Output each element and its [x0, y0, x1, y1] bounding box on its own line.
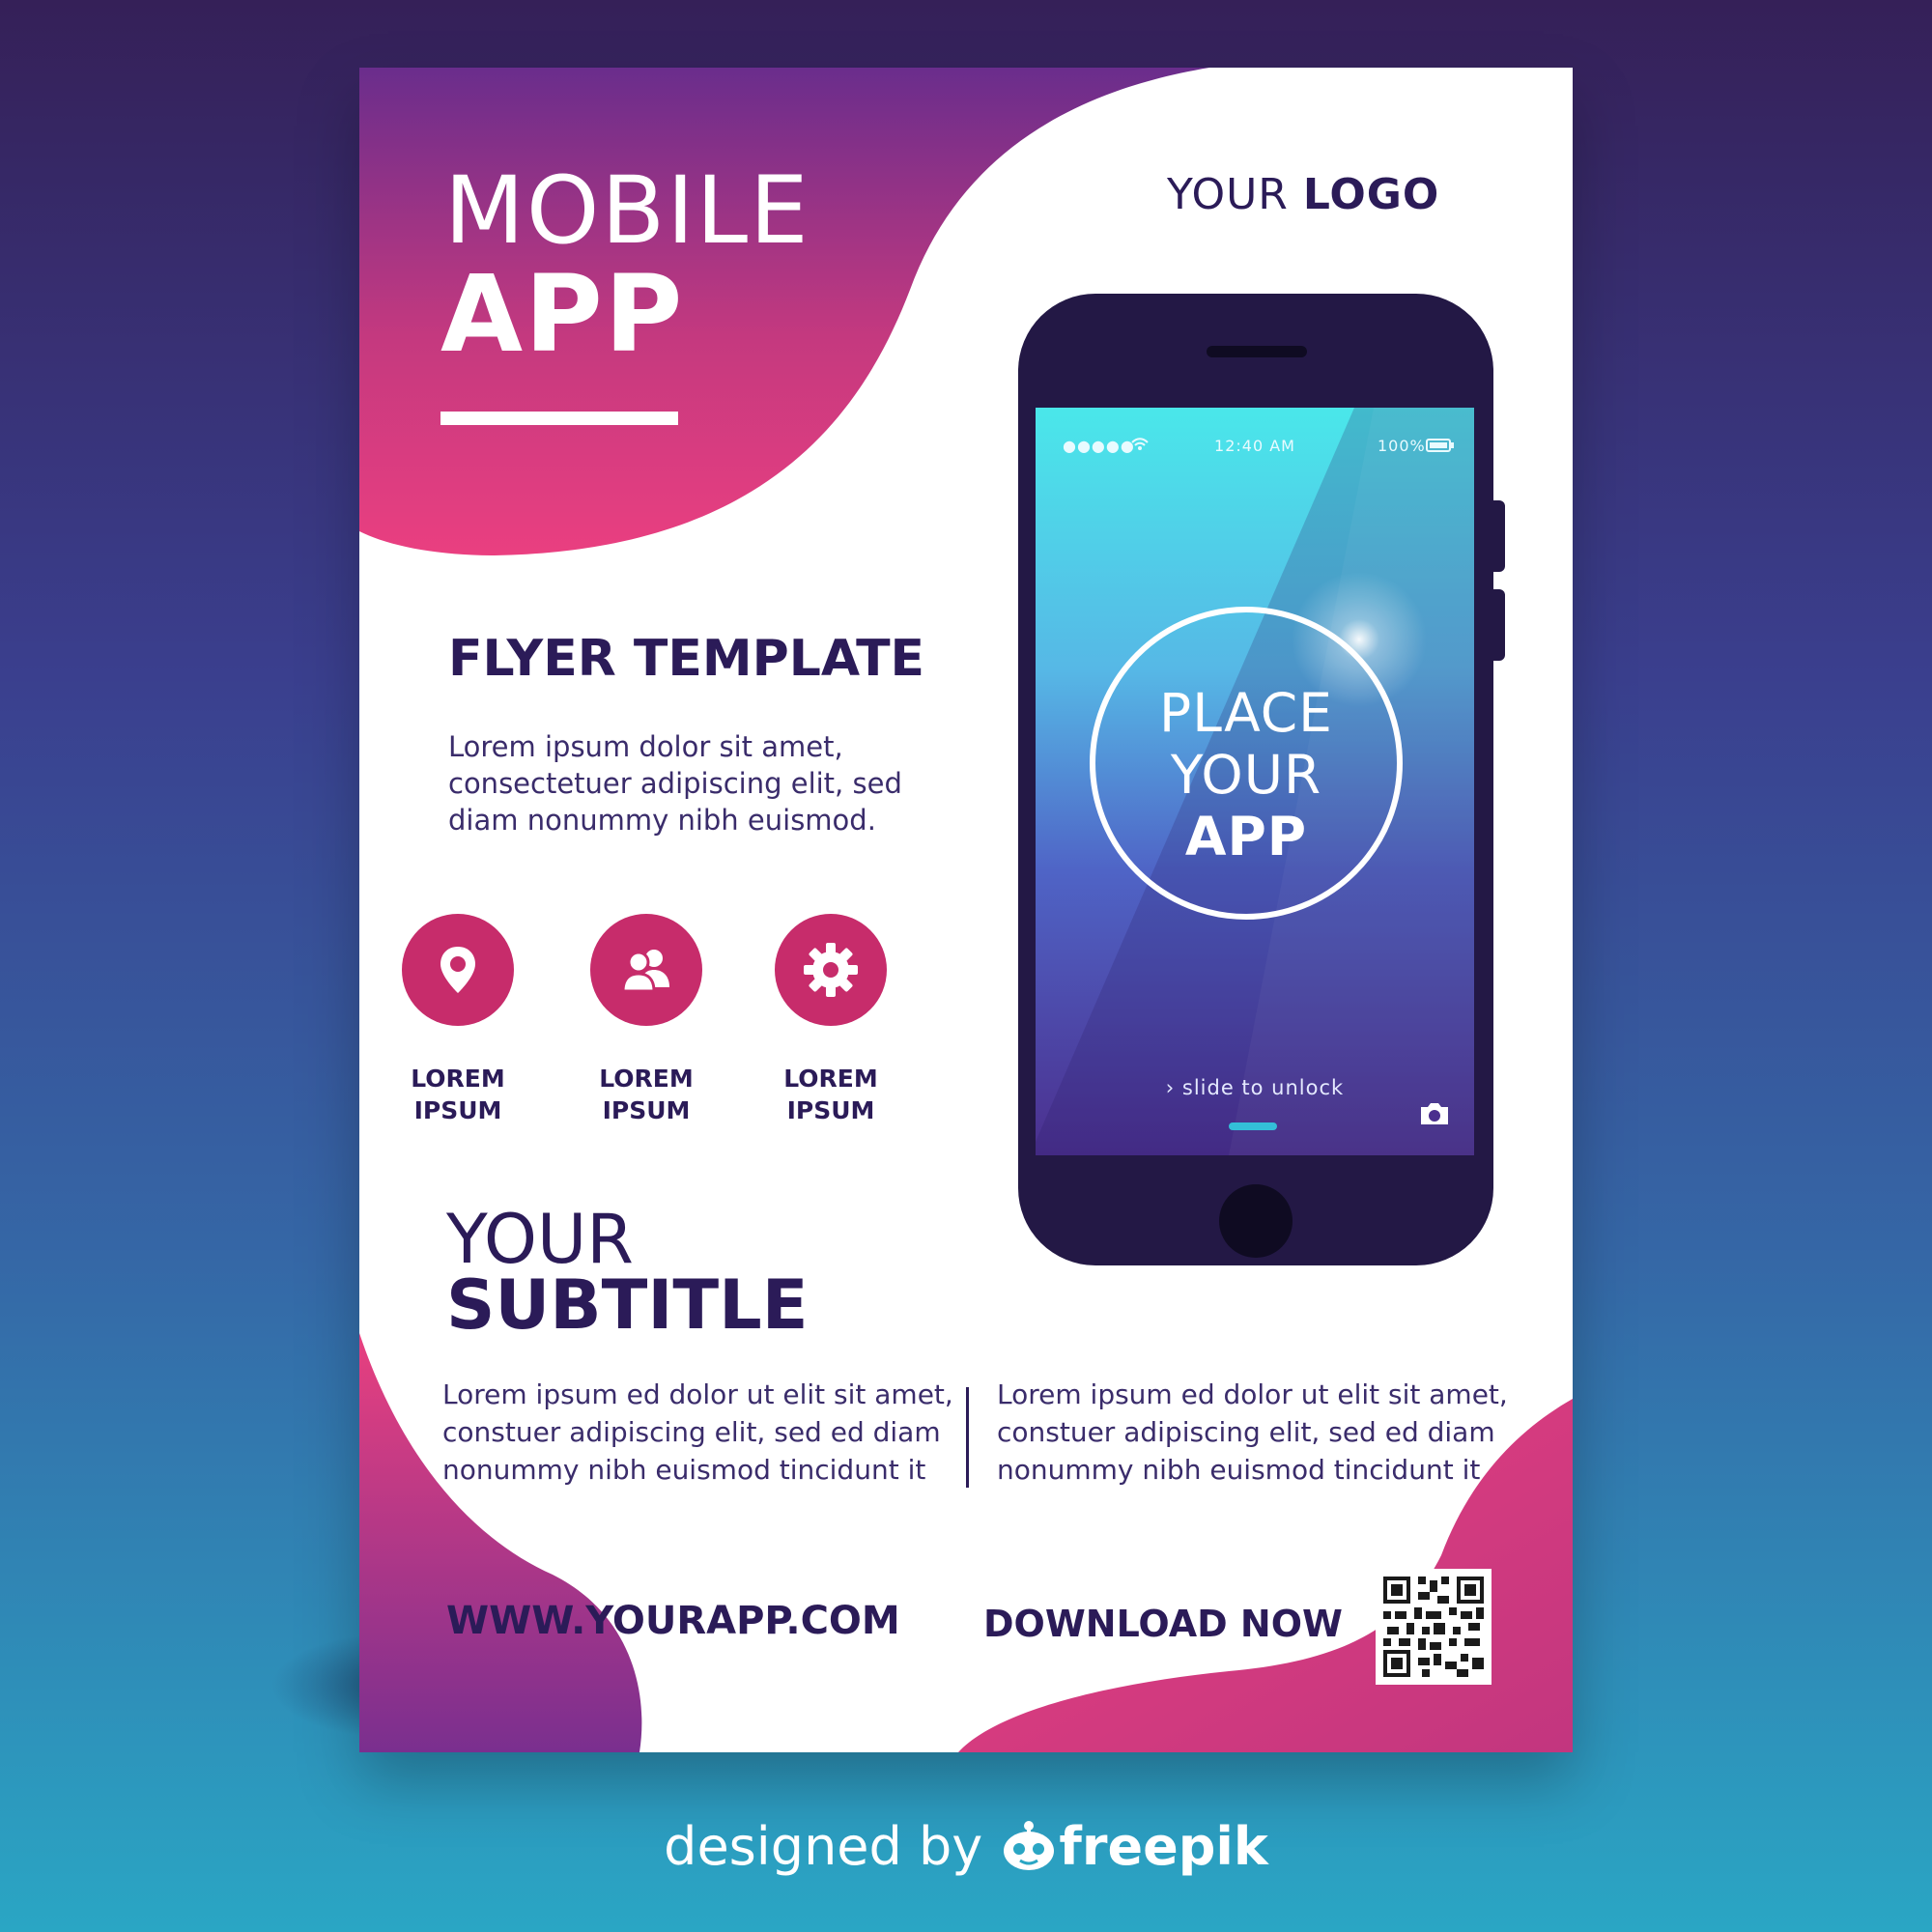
feature-circle — [775, 914, 887, 1026]
feature-label-line2: IPSUM — [786, 1096, 875, 1124]
camera-icon[interactable] — [1418, 1101, 1451, 1126]
feature-label-line1: LOREM — [783, 1065, 878, 1093]
website-link[interactable]: WWW.YOURAPP.COM — [446, 1602, 900, 1640]
title-underline — [440, 412, 678, 425]
title-line-2: APP — [440, 252, 685, 376]
title-line-1: MOBILE — [444, 156, 810, 265]
feature-item-users: LOREM IPSUM — [559, 914, 733, 1126]
screen-text-line3: APP — [1184, 806, 1308, 867]
column-divider — [966, 1387, 969, 1488]
download-now-text[interactable]: DOWNLOAD NOW — [983, 1605, 1343, 1642]
qr-code[interactable] — [1376, 1569, 1492, 1685]
feature-label-line1: LOREM — [411, 1065, 505, 1093]
feature-label-line1: LOREM — [599, 1065, 694, 1093]
credit-prefix: designed by — [664, 1816, 1000, 1877]
logo-text: YOUR LOGO — [1167, 174, 1439, 216]
screen-text-line1: PLACE — [1159, 682, 1333, 744]
feature-item-location: LOREM IPSUM — [371, 914, 545, 1126]
gear-icon — [804, 943, 858, 997]
place-your-app-badge: PLACE YOUR APP — [1090, 607, 1403, 920]
section-heading: FLYER TEMPLATE — [448, 630, 925, 688]
feature-circle — [402, 914, 514, 1026]
qr-code-icon — [1383, 1577, 1484, 1677]
phone-screen: ●●●●● 12:40 AM 100% PLACE YOUR APP › sli… — [1036, 408, 1474, 1155]
freepik-robot-icon — [1004, 1821, 1055, 1870]
feature-label-line2: IPSUM — [602, 1096, 691, 1124]
phone-mockup: ●●●●● 12:40 AM 100% PLACE YOUR APP › sli… — [1018, 294, 1505, 1265]
credit-brand: freepik — [1059, 1816, 1268, 1877]
subtitle-line-1: YOUR — [446, 1200, 634, 1279]
location-pin-icon — [440, 947, 475, 993]
slide-to-unlock[interactable]: › slide to unlock — [1036, 1076, 1474, 1099]
screen-text-line2: YOUR — [1170, 744, 1322, 806]
logo-bold-text: LOGO — [1302, 170, 1440, 219]
designer-credit: designed by freepik — [0, 1818, 1932, 1873]
subtitle-line-2: SUBTITLE — [446, 1265, 809, 1345]
chevron-right-icon: › — [1165, 1076, 1176, 1099]
paragraph-right: Lorem ipsum ed dolor ut elit sit amet, c… — [997, 1378, 1508, 1486]
feature-label-line2: IPSUM — [413, 1096, 502, 1124]
feature-label: LOREM IPSUM — [744, 1063, 918, 1126]
phone-speaker — [1207, 346, 1307, 357]
paragraph-left: Lorem ipsum ed dolor ut elit sit amet, c… — [442, 1378, 953, 1486]
intro-text: Lorem ipsum dolor sit amet, consectetuer… — [448, 730, 902, 837]
logo-light-text: YOUR — [1167, 170, 1303, 219]
feature-label: LOREM IPSUM — [559, 1063, 733, 1126]
home-indicator-bar[interactable] — [1229, 1122, 1277, 1130]
phone-home-button[interactable] — [1219, 1184, 1293, 1258]
unlock-label: slide to unlock — [1181, 1076, 1345, 1099]
feature-item-settings: LOREM IPSUM — [744, 914, 918, 1126]
flyer-page: MOBILE APP YOUR LOGO FLYER TEMPLATE Lore… — [359, 68, 1573, 1752]
feature-label: LOREM IPSUM — [371, 1063, 545, 1126]
phone-side-button — [1490, 500, 1505, 572]
battery-icon — [1426, 439, 1454, 452]
status-battery-text: 100% — [1378, 437, 1426, 455]
users-icon — [621, 950, 669, 993]
phone-side-button — [1490, 589, 1505, 661]
feature-circle — [590, 914, 702, 1026]
